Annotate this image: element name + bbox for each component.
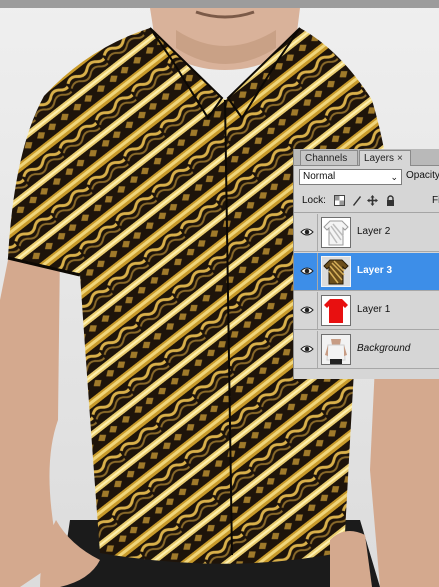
- blend-mode-value: Normal: [303, 171, 336, 182]
- layer-name: Layer 1: [357, 304, 391, 315]
- row-divider: [317, 331, 318, 368]
- row-divider: [317, 253, 318, 290]
- chevron-down-icon: ⌄: [390, 172, 398, 182]
- layer-row-layer-3[interactable]: Layer 3: [294, 253, 439, 291]
- lock-transparent-pixels-icon[interactable]: [334, 195, 345, 206]
- tab-layers[interactable]: Layers ×: [359, 150, 411, 166]
- fill-label: Fi: [432, 195, 439, 206]
- blend-mode-select[interactable]: Normal ⌄: [299, 169, 402, 185]
- layer-thumbnail: [321, 217, 351, 248]
- lock-image-pixels-icon[interactable]: [351, 195, 362, 206]
- panel-tab-bar: Channels Layers ×: [294, 149, 439, 166]
- eye-icon[interactable]: [300, 264, 314, 278]
- layer-thumbnail: [321, 256, 351, 287]
- layer-thumbnail: [321, 295, 351, 326]
- tab-channels[interactable]: Channels: [300, 150, 358, 165]
- tab-layers-label: Layers: [364, 153, 395, 164]
- eye-icon[interactable]: [300, 225, 314, 239]
- row-divider: [317, 214, 318, 251]
- lock-position-icon[interactable]: [367, 195, 378, 206]
- lock-label: Lock:: [302, 195, 326, 206]
- tab-channels-label: Channels: [305, 153, 348, 164]
- lock-all-icon[interactable]: [385, 195, 396, 206]
- row-divider: [317, 292, 318, 329]
- eye-icon[interactable]: [300, 303, 314, 317]
- layer-row-layer-1[interactable]: Layer 1: [294, 292, 439, 330]
- layer-row-layer-2[interactable]: Layer 2: [294, 214, 439, 252]
- layer-name: Background: [357, 343, 411, 354]
- eye-icon[interactable]: [300, 342, 314, 356]
- lock-row: Lock: Fi: [294, 190, 439, 213]
- layer-name: Layer 3: [357, 265, 393, 276]
- layer-name: Layer 2: [357, 226, 391, 237]
- opacity-label: Opacity: [406, 170, 439, 181]
- layer-row-background[interactable]: Background: [294, 331, 439, 369]
- close-icon[interactable]: ×: [397, 153, 403, 164]
- layer-thumbnail: [321, 334, 351, 365]
- layers-panel: Channels Layers × Normal ⌄ Opacity Lock: …: [293, 149, 439, 379]
